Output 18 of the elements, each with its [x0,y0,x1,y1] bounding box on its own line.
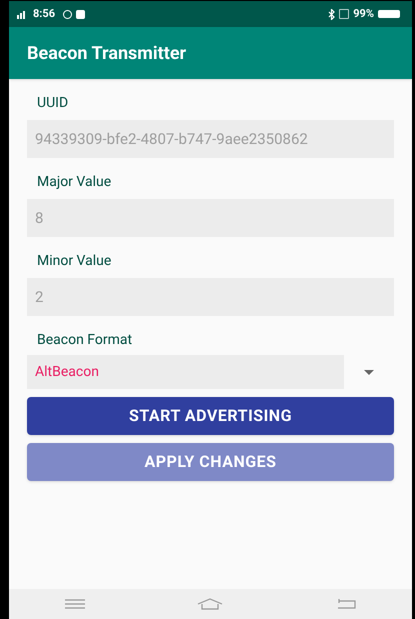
dropdown-arrow-icon [364,370,374,374]
back-icon[interactable] [336,599,356,609]
signal-icon [17,9,25,19]
battery-icon [378,10,400,18]
field-label: Major Value [37,173,112,192]
input-field[interactable]: 94339309-bfe2-4807-b747-9aee2350862 [27,120,394,158]
home-icon[interactable] [197,598,224,610]
input-field[interactable]: 2 [27,278,394,316]
battery-percent: 99% [353,6,374,22]
field-label: Minor Value [37,252,112,271]
menu-icon[interactable] [65,599,86,609]
bluetooth-icon [328,8,336,20]
status-time: 8:56 [33,6,56,22]
app-title: Beacon Transmitter [27,42,186,66]
field-label: Beacon Format [37,331,134,350]
input-field[interactable]: 8 [27,199,394,237]
action-button[interactable]: START ADVERTISING [27,397,394,435]
field-label: UUID [37,94,70,113]
